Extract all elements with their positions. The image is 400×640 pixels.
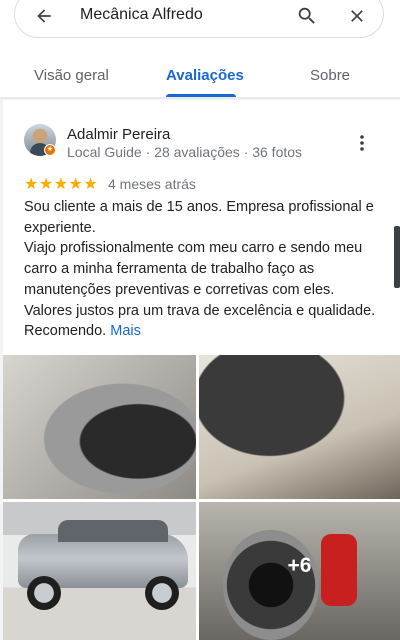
- tab-reviews[interactable]: Avaliações: [166, 67, 244, 84]
- car-wheel: [27, 576, 61, 610]
- more-link[interactable]: Mais: [110, 323, 141, 339]
- more-vert-icon: [360, 135, 364, 151]
- car-wheel: [145, 576, 179, 610]
- review-paragraph: Viajo profissionalmente com meu carro e …: [24, 240, 363, 298]
- reviewer-name[interactable]: Adalmir Pereira: [67, 126, 170, 143]
- review-photos: +6: [3, 355, 400, 640]
- review-card: ★ Adalmir Pereira Local Guide · 28 avali…: [3, 100, 400, 640]
- tab-overview[interactable]: Visão geral: [34, 67, 109, 84]
- top-bar: Mecânica Alfredo: [0, 0, 400, 42]
- local-guide-badge-icon: ★: [44, 144, 56, 156]
- rotor-shape: [223, 530, 319, 640]
- reviewer-meta: Local Guide · 28 avaliações · 36 fotos: [67, 144, 303, 160]
- review-text: Sou cliente a mais de 15 anos. Empresa p…: [24, 197, 376, 342]
- review-photo-brake-disc[interactable]: [3, 355, 196, 499]
- search-query[interactable]: Mecânica Alfredo: [80, 6, 203, 24]
- review-paragraph: Sou cliente a mais de 15 anos. Empresa p…: [24, 199, 374, 236]
- search-button[interactable]: [296, 5, 318, 27]
- tab-bar: Visão geral Avaliações Sobre: [0, 42, 400, 98]
- scrollbar[interactable]: [394, 226, 400, 288]
- back-button[interactable]: [34, 6, 54, 26]
- review-photo-car[interactable]: [3, 502, 196, 640]
- review-photo-hose[interactable]: [199, 355, 400, 499]
- search-icon: [298, 7, 315, 24]
- review-options-button[interactable]: [355, 134, 369, 152]
- review-photo-brake-caliper[interactable]: +6: [199, 502, 400, 640]
- close-button[interactable]: [347, 6, 367, 26]
- arrow-back-icon: [37, 9, 51, 23]
- review-paragraph-text: Valores justos pra um trava de excelênci…: [24, 302, 376, 340]
- star-rating: ★★★★★: [24, 176, 99, 193]
- close-icon: [351, 10, 363, 22]
- review-date: 4 meses atrás: [108, 176, 196, 192]
- more-photos-count[interactable]: +6: [199, 554, 400, 578]
- review-paragraph: Valores justos pra um trava de excelênci…: [24, 301, 376, 342]
- tab-about[interactable]: Sobre: [310, 67, 350, 84]
